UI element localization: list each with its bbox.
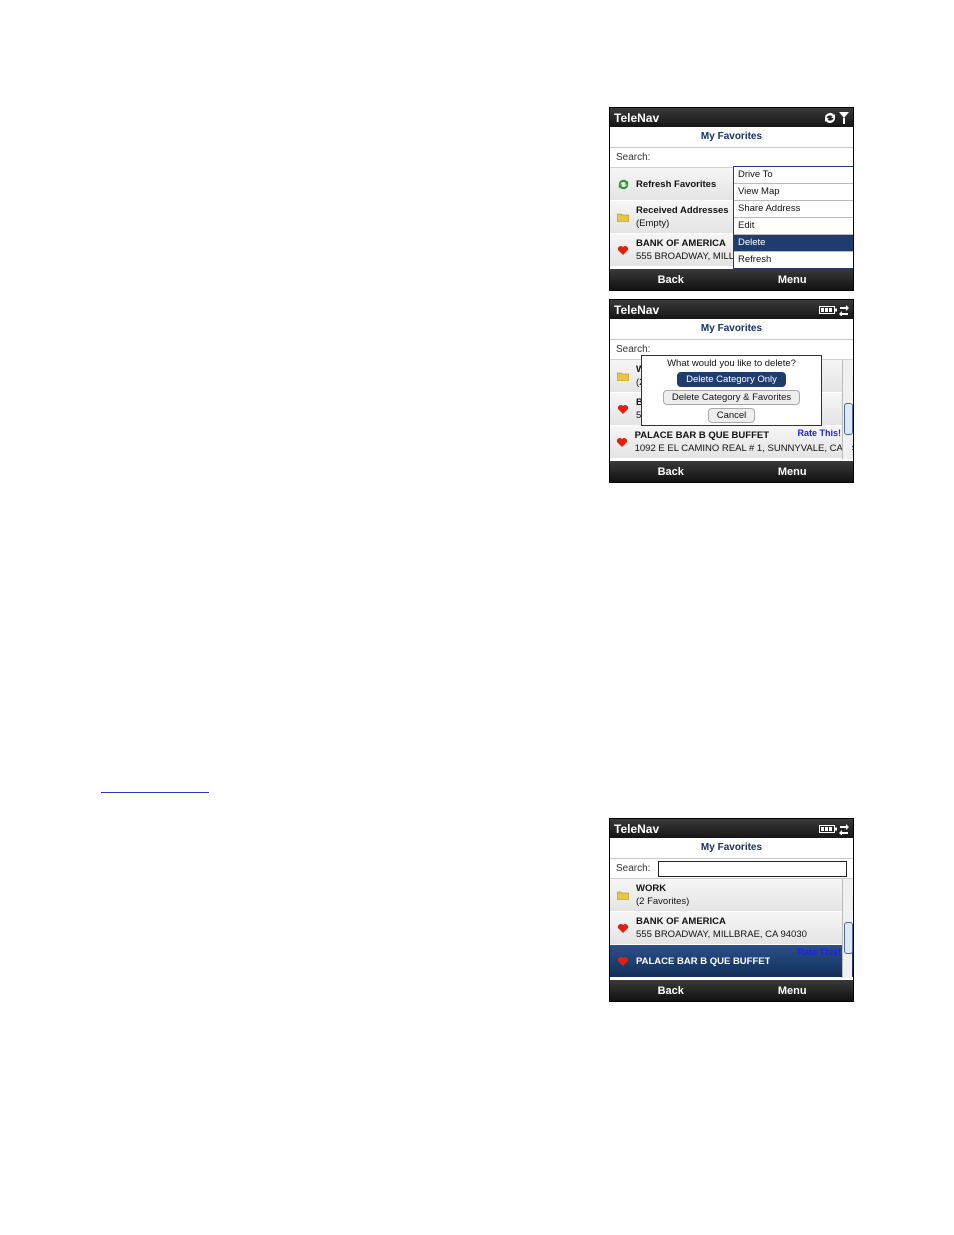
cancel-button[interactable]: Cancel xyxy=(707,408,756,423)
delete-category-favorites-button[interactable]: Delete Category & Favorites xyxy=(662,390,801,405)
row-title: Received Addresses xyxy=(636,205,729,216)
page-title: My Favorites xyxy=(610,127,853,148)
heart-icon xyxy=(614,437,631,448)
context-menu: Drive To View Map Share Address Edit Del… xyxy=(733,166,853,269)
menu-item-view-map[interactable]: View Map xyxy=(734,184,853,201)
row-subtitle: (Empty) xyxy=(636,218,670,229)
heart-icon xyxy=(614,923,632,934)
back-softkey[interactable]: Back xyxy=(610,985,732,997)
signal-icon xyxy=(839,111,849,124)
folder-icon xyxy=(614,890,632,900)
favorites-list: W(2 B55 PALACE BAR B QUE BUFFET1092 E EL… xyxy=(610,355,853,459)
menu-item-delete[interactable]: Delete xyxy=(734,235,853,252)
softkey-bar: Back Menu xyxy=(610,980,853,1001)
delete-category-only-button[interactable]: Delete Category Only xyxy=(677,372,786,387)
page-title: My Favorites xyxy=(610,838,853,859)
folder-icon xyxy=(614,212,632,222)
menu-item-drive-to[interactable]: Drive To xyxy=(734,167,853,184)
row-title: Refresh Favorites xyxy=(636,178,717,190)
battery-icon xyxy=(819,824,837,833)
title-bar: TeleNav xyxy=(610,300,853,319)
app-title: TeleNav xyxy=(614,110,660,125)
row-title: PALACE BAR B QUE BUFFET xyxy=(636,955,771,967)
search-label: Search: xyxy=(616,863,651,874)
delete-dialog: What would you like to delete? Delete Ca… xyxy=(641,355,822,426)
row-title: WORK xyxy=(636,883,667,894)
softkey-bar: Back Menu xyxy=(610,461,853,482)
search-bar[interactable]: Search: xyxy=(610,148,853,168)
phone-screen-delete-dialog: TeleNav My Favorites Search: W(2 B55 PAL… xyxy=(609,299,854,483)
title-bar: TeleNav xyxy=(610,819,853,838)
menu-item-refresh[interactable]: Refresh xyxy=(734,252,853,268)
scrollbar[interactable] xyxy=(842,360,853,459)
phone-screen-favorites-menu: TeleNav My Favorites Search: Refresh Fav… xyxy=(609,107,854,291)
search-input[interactable] xyxy=(658,860,847,877)
page-title: My Favorites xyxy=(610,319,853,340)
folder-icon xyxy=(614,371,632,381)
rate-this-link[interactable]: Rate This! xyxy=(797,947,841,957)
search-label: Search: xyxy=(616,344,651,355)
softkey-bar: Back Menu xyxy=(610,269,853,290)
search-label: Search: xyxy=(616,152,651,163)
back-softkey[interactable]: Back xyxy=(610,274,732,286)
title-bar: TeleNav xyxy=(610,108,853,127)
status-icons xyxy=(823,111,849,124)
sync-icon xyxy=(825,112,835,123)
search-bar: Search: xyxy=(610,859,853,879)
list-item-work[interactable]: WORK (2 Favorites) xyxy=(610,879,853,912)
status-icons xyxy=(819,304,849,316)
data-transfer-icon xyxy=(839,823,849,835)
scrollbar-thumb[interactable] xyxy=(844,922,853,954)
heart-icon xyxy=(614,956,632,967)
scrollbar[interactable] xyxy=(842,879,853,978)
menu-softkey[interactable]: Menu xyxy=(732,274,854,286)
rate-this-link[interactable]: Rate This! xyxy=(797,428,841,438)
battery-icon xyxy=(819,305,837,314)
row-subtitle: 1092 E EL CAMINO REAL # 1, SUNNYVALE, CA… xyxy=(634,443,853,454)
row-subtitle: (2 Favorites) xyxy=(636,896,690,907)
menu-item-edit[interactable]: Edit xyxy=(734,218,853,235)
data-transfer-icon xyxy=(839,304,849,316)
heart-icon xyxy=(614,245,632,256)
row-title: BANK OF AMERICA xyxy=(636,916,726,927)
row-title: BANK OF AMERICA xyxy=(636,238,726,249)
app-title: TeleNav xyxy=(614,302,660,317)
refresh-icon xyxy=(614,178,632,191)
phone-screen-favorites-list: TeleNav My Favorites Search: WORK (2 Favo… xyxy=(609,818,854,1002)
menu-softkey[interactable]: Menu xyxy=(732,985,854,997)
menu-softkey[interactable]: Menu xyxy=(732,466,854,478)
menu-item-share-address[interactable]: Share Address xyxy=(734,201,853,218)
status-icons xyxy=(819,823,849,835)
heart-icon xyxy=(614,404,632,415)
row-subtitle: 555 BROADWAY, MILLBRAE, CA 94030 xyxy=(636,929,807,940)
row-subtitle: 555 BROADWAY, MILLBR xyxy=(636,251,748,262)
scrollbar-thumb[interactable] xyxy=(844,403,853,435)
favorites-list: Refresh Favorites Received Addresses (Emp… xyxy=(610,166,853,269)
favorites-list: WORK (2 Favorites) BANK OF AMERICA 555 BRO… xyxy=(610,879,853,978)
document-link-underline[interactable] xyxy=(101,780,209,793)
list-item-bank-of-america[interactable]: BANK OF AMERICA 555 BROADWAY, MILLBRAE, C… xyxy=(610,912,853,945)
back-softkey[interactable]: Back xyxy=(610,466,732,478)
dialog-question: What would you like to delete? xyxy=(667,358,796,369)
app-title: TeleNav xyxy=(614,821,660,836)
